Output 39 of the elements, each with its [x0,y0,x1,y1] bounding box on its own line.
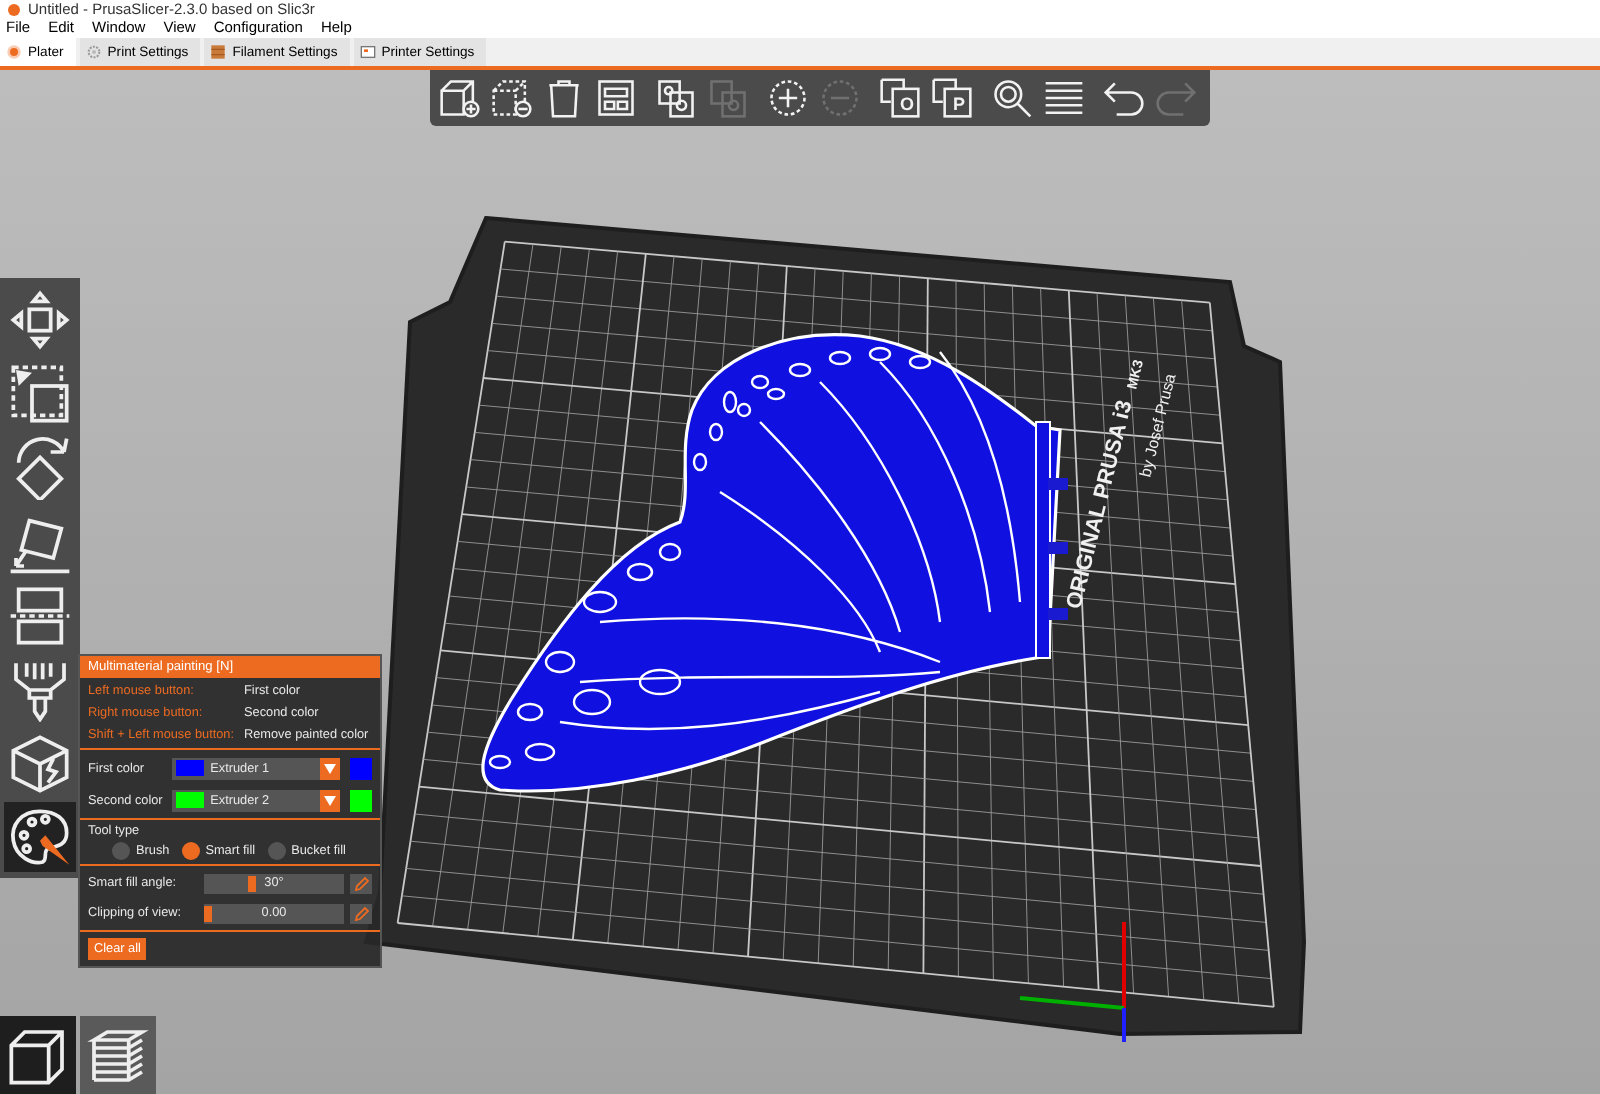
layout-icon [594,75,638,119]
search-icon [990,75,1034,119]
plus-circle-icon [766,75,810,119]
color-swatch[interactable] [350,789,372,811]
toolbar-button[interactable]: O [876,74,924,120]
toolbar-button[interactable] [436,74,484,120]
toolbar-button[interactable] [988,74,1036,120]
stacked-squares-icon [878,75,922,119]
dropdown-caret-icon [324,795,337,805]
app-logo-icon [8,3,20,15]
brush-icon [8,657,72,721]
dropdown-caret-icon [324,763,337,773]
cut-icon [8,583,72,647]
view-button[interactable] [0,1016,76,1094]
dashed-cube-minus-icon [490,75,534,119]
toolbar-button[interactable] [764,74,812,120]
view-button[interactable] [80,1016,156,1094]
copy-icon [654,75,698,119]
stacked-squares-icon [930,75,974,119]
cube-plus-icon [438,75,482,119]
palette-brush-icon [8,805,72,869]
printer-icon [359,44,376,60]
move-arrows-icon [8,287,72,351]
cube-seam-icon [8,731,72,795]
gear-icon [85,44,102,60]
slider-thumb[interactable] [204,905,212,921]
color-swatch[interactable] [350,757,372,779]
toolbar-button[interactable]: P [928,74,976,120]
toolbar-button[interactable] [488,74,536,120]
minus-circle-icon [818,75,862,119]
gizmo-button[interactable] [4,802,76,872]
slider-thumb[interactable] [247,875,256,891]
copy-icon [706,75,750,119]
scale-icon [8,361,72,425]
axes-drawing [1019,922,1126,1042]
plater-icon [6,44,22,60]
filament-spool-icon [210,44,227,60]
toolbar-button[interactable] [592,74,640,120]
toolbar-button[interactable] [652,74,700,120]
